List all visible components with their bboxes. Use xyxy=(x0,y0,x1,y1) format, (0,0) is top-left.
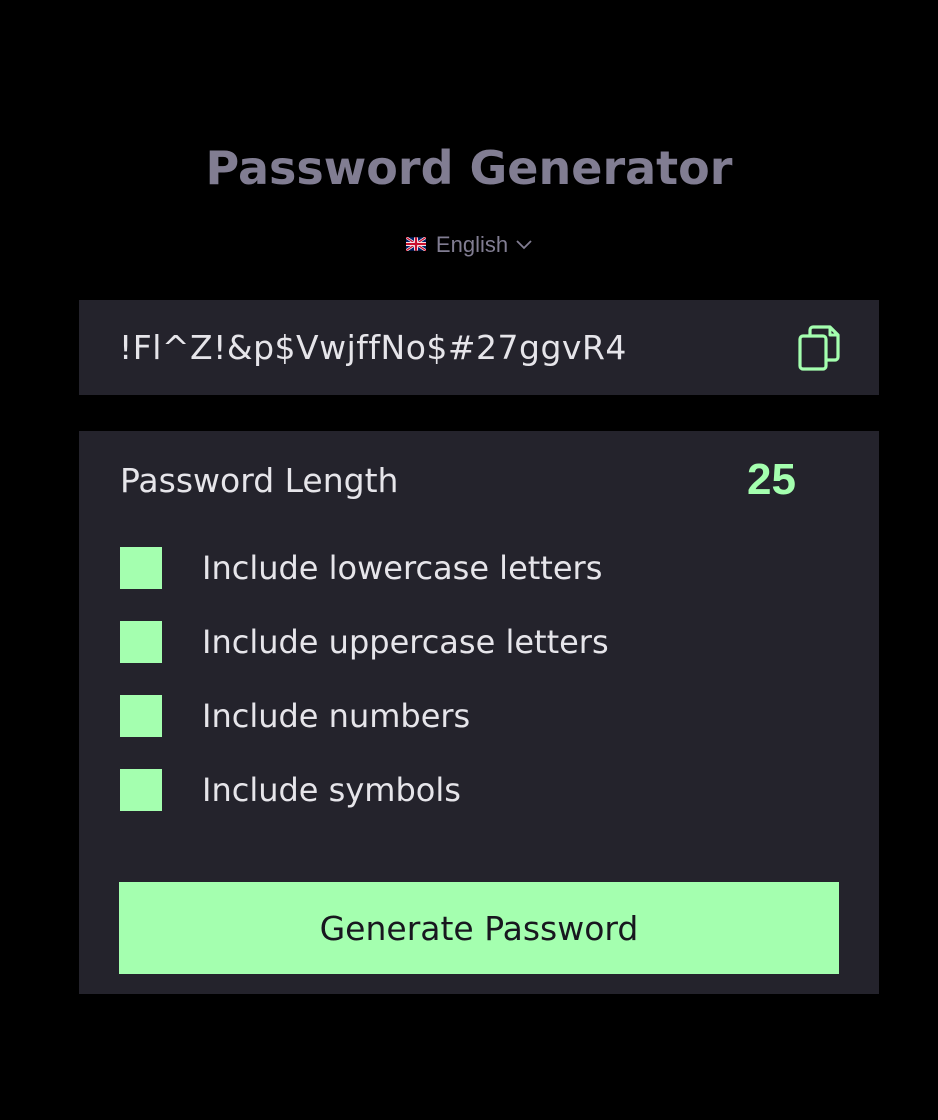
symbols-checkbox[interactable] xyxy=(120,769,162,811)
generated-password: !Fl^Z!&p$VwjffNo$#27ggvR4 xyxy=(119,328,627,367)
option-uppercase[interactable]: Include uppercase letters xyxy=(120,621,609,663)
password-output: !Fl^Z!&p$VwjffNo$#27ggvR4 xyxy=(79,300,879,395)
password-length-row: Password Length 25 xyxy=(120,455,796,504)
option-label: Include uppercase letters xyxy=(202,623,609,661)
chevron-down-icon xyxy=(516,240,532,250)
numbers-checkbox[interactable] xyxy=(120,695,162,737)
password-length-label: Password Length xyxy=(120,460,399,500)
settings-panel: Password Length 25 Include lowercase let… xyxy=(79,431,879,994)
option-label: Include numbers xyxy=(202,697,471,735)
option-numbers[interactable]: Include numbers xyxy=(120,695,470,737)
option-label: Include symbols xyxy=(202,771,461,809)
uk-flag-icon xyxy=(405,237,426,251)
password-generator-page: Password Generator English !Fl^Z!&p$Vwjf… xyxy=(0,0,938,1120)
copy-icon[interactable] xyxy=(797,324,841,372)
option-label: Include lowercase letters xyxy=(202,549,603,587)
lowercase-checkbox[interactable] xyxy=(120,547,162,589)
uppercase-checkbox[interactable] xyxy=(120,621,162,663)
option-symbols[interactable]: Include symbols xyxy=(120,769,461,811)
option-lowercase[interactable]: Include lowercase letters xyxy=(120,547,602,589)
page-title: Password Generator xyxy=(205,141,733,195)
generate-password-button[interactable]: Generate Password xyxy=(119,882,839,974)
language-label: English xyxy=(435,232,509,257)
password-length-value: 25 xyxy=(747,455,796,504)
language-selector[interactable]: English xyxy=(0,230,938,260)
